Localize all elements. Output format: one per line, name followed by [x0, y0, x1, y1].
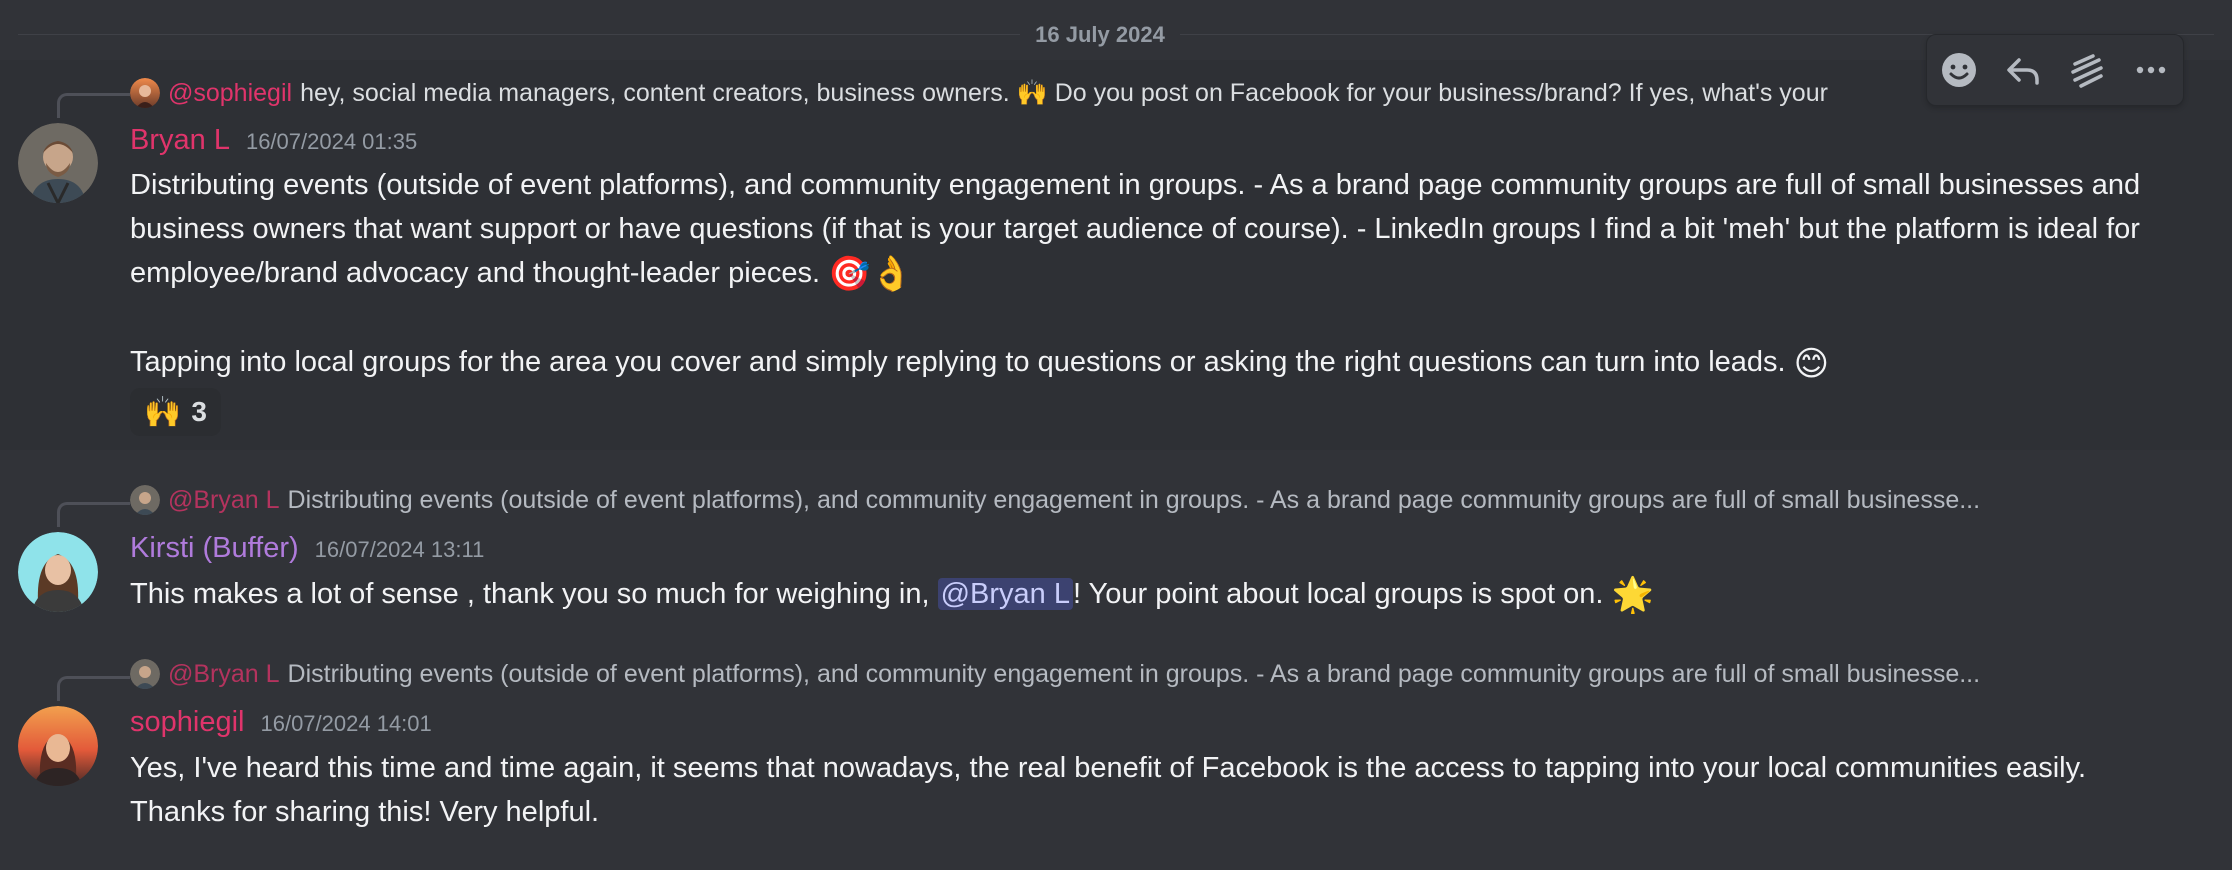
more-options-icon — [2136, 66, 2166, 74]
message-body: Distributing events (outside of event pl… — [130, 163, 2172, 386]
message-action-toolbar — [1926, 34, 2184, 106]
reply-text: Distributing events (outside of event pl… — [287, 485, 1981, 514]
timestamp: 16/07/2024 14:01 — [260, 711, 432, 736]
reply-avatar — [130, 78, 160, 108]
reply-preview[interactable]: @Bryan L Distributing events (outside of… — [130, 483, 2172, 517]
date-divider-label: 16 July 2024 — [1020, 21, 1180, 49]
message-body: This makes a lot of sense , thank you so… — [130, 572, 2172, 617]
message-text: Yes, I've heard this time and time again… — [130, 752, 2087, 828]
author-name[interactable]: Kirsti (Buffer) — [130, 532, 299, 565]
avatar[interactable] — [18, 123, 98, 203]
reply-text: Distributing events (outside of event pl… — [287, 659, 1981, 688]
reply-connector — [57, 93, 130, 118]
author-name[interactable]: Bryan L — [130, 124, 230, 157]
glowing-star-emoji: 🌟 — [1611, 576, 1654, 615]
reply-connector — [57, 676, 130, 701]
avatar[interactable] — [18, 532, 98, 612]
reply-text: hey, social media managers, content crea… — [300, 78, 1828, 107]
message-bryan-l[interactable]: @sophiegil hey, social media managers, c… — [0, 60, 2232, 450]
author-name[interactable]: sophiegil — [130, 706, 244, 739]
reply-author[interactable]: @Bryan L — [168, 486, 280, 515]
more-options-button[interactable] — [2127, 46, 2175, 94]
message-text-2: Tapping into local groups for the area y… — [130, 346, 1786, 379]
reply-author[interactable]: @sophiegil — [168, 79, 292, 108]
message-sophiegil[interactable]: @Bryan L Distributing events (outside of… — [0, 654, 2232, 870]
reply-avatar — [130, 485, 160, 515]
reaction-count: 3 — [191, 396, 207, 427]
raising-hands-emoji: 🙌 — [144, 395, 182, 429]
avatar[interactable] — [18, 706, 98, 786]
reply-preview[interactable]: @sophiegil hey, social media managers, c… — [130, 76, 1932, 110]
reply-preview[interactable]: @Bryan L Distributing events (outside of… — [130, 657, 2172, 691]
reaction-raising-hands[interactable]: 🙌 3 — [130, 388, 221, 436]
reply-author[interactable]: @Bryan L — [168, 660, 280, 689]
reply-connector — [57, 502, 130, 527]
add-reaction-icon — [1942, 53, 1976, 87]
message-text: Distributing events (outside of event pl… — [130, 169, 2141, 289]
message-kirsti[interactable]: @Bryan L Distributing events (outside of… — [0, 480, 2232, 630]
message-text: This makes a lot of sense , thank you so… — [130, 578, 938, 610]
reply-icon — [2007, 58, 2039, 85]
smiling-face-emoji: 😊 — [1793, 344, 1830, 383]
reply-button[interactable] — [1999, 46, 2047, 94]
message-text-2: ! Your point about local groups is spot … — [1072, 578, 1604, 610]
create-thread-icon — [2071, 54, 2103, 88]
add-reaction-button[interactable] — [1935, 46, 1983, 94]
timestamp: 16/07/2024 13:11 — [314, 537, 485, 562]
message-body: Yes, I've heard this time and time again… — [130, 746, 2172, 834]
target-ok-hand-emoji: 🎯👌 — [828, 255, 913, 294]
timestamp: 16/07/2024 01:35 — [245, 129, 418, 154]
reply-avatar — [130, 659, 160, 689]
user-mention[interactable]: @Bryan L — [937, 578, 1073, 610]
create-thread-button[interactable] — [2063, 46, 2111, 94]
